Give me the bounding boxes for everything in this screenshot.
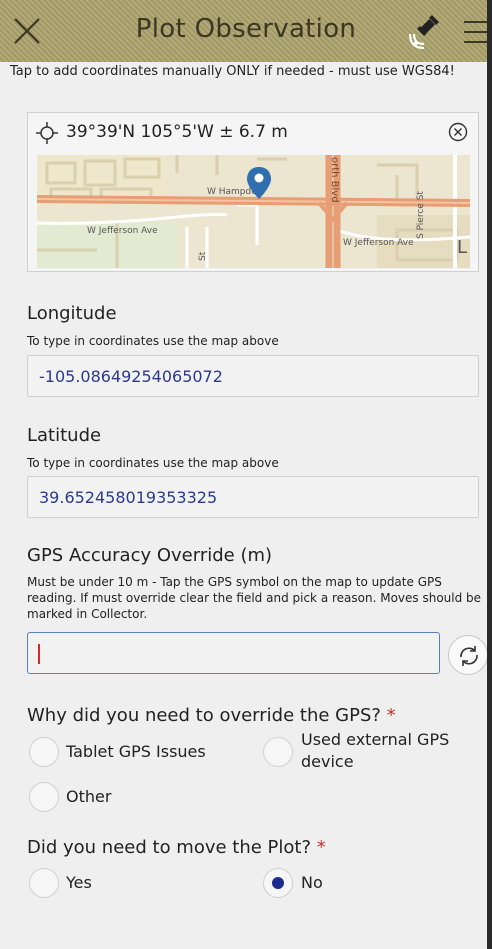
option-label-used-external-gps: Used external GPS device (301, 730, 450, 771)
override-reason-question: Why did you need to override the GPS? * (27, 705, 396, 726)
crosshair-icon (36, 122, 58, 144)
required-mark: * (386, 705, 396, 726)
radio-yes[interactable] (29, 868, 59, 898)
map-label-st: St (198, 251, 208, 261)
option-label-tablet-gps-issues: Tablet GPS Issues (66, 742, 206, 761)
radio-tablet-gps-issues[interactable] (29, 737, 59, 767)
option-label-yes: Yes (66, 873, 92, 892)
map-label-pierce: S Pierce St (416, 191, 426, 239)
gps-override-input[interactable] (27, 632, 440, 674)
gps-satellite-icon[interactable] (408, 14, 444, 50)
latitude-label: Latitude (27, 425, 102, 446)
clear-location-icon[interactable] (448, 122, 468, 142)
location-map[interactable]: W Hampden W Jefferson Ave W Jefferson Av… (37, 155, 470, 268)
longitude-label: Longitude (27, 303, 117, 324)
radio-used-external-gps[interactable] (263, 737, 293, 767)
map-label-jefferson-west: W Jefferson Ave (87, 226, 158, 236)
latitude-hint: To type in coordinates use the map above (27, 456, 279, 470)
gps-override-hint: Must be under 10 m - Tap the GPS symbol … (27, 575, 482, 621)
form-screen: Plot Observation Tap to add coordinates … (0, 0, 492, 949)
option-label-no: No (301, 873, 323, 892)
option-label-other: Other (66, 787, 112, 806)
refresh-button[interactable] (448, 635, 487, 675)
map-label-jefferson-east: W Jefferson Ave (343, 238, 414, 248)
required-mark: * (316, 837, 326, 858)
app-header: Plot Observation (0, 0, 492, 62)
longitude-field[interactable]: -105.08649254065072 (27, 355, 479, 397)
text-caret (38, 644, 40, 664)
latitude-value: 39.652458019353325 (39, 488, 218, 507)
map-label-corner: L (457, 237, 467, 258)
location-instruction: Tap to add coordinates manually ONLY if … (10, 64, 455, 79)
radio-other[interactable] (29, 782, 59, 812)
radio-no[interactable] (263, 868, 293, 898)
gps-override-label: GPS Accuracy Override (m) (27, 545, 273, 566)
coordinates-row[interactable]: 39°39'N 105°5'W ± 6.7 m (28, 113, 478, 151)
map-label-blvd: orth Blvd (329, 157, 340, 203)
menu-icon[interactable] (460, 20, 492, 44)
latitude-field[interactable]: 39.652458019353325 (27, 476, 479, 518)
coordinates-text: 39°39'N 105°5'W ± 6.7 m (66, 122, 288, 142)
longitude-hint: To type in coordinates use the map above (27, 334, 279, 348)
location-card[interactable]: 39°39'N 105°5'W ± 6.7 m W Hampden W Jeff… (27, 112, 479, 272)
longitude-value: -105.08649254065072 (39, 367, 223, 386)
refresh-icon (460, 646, 478, 666)
move-plot-question: Did you need to move the Plot? * (27, 837, 326, 858)
